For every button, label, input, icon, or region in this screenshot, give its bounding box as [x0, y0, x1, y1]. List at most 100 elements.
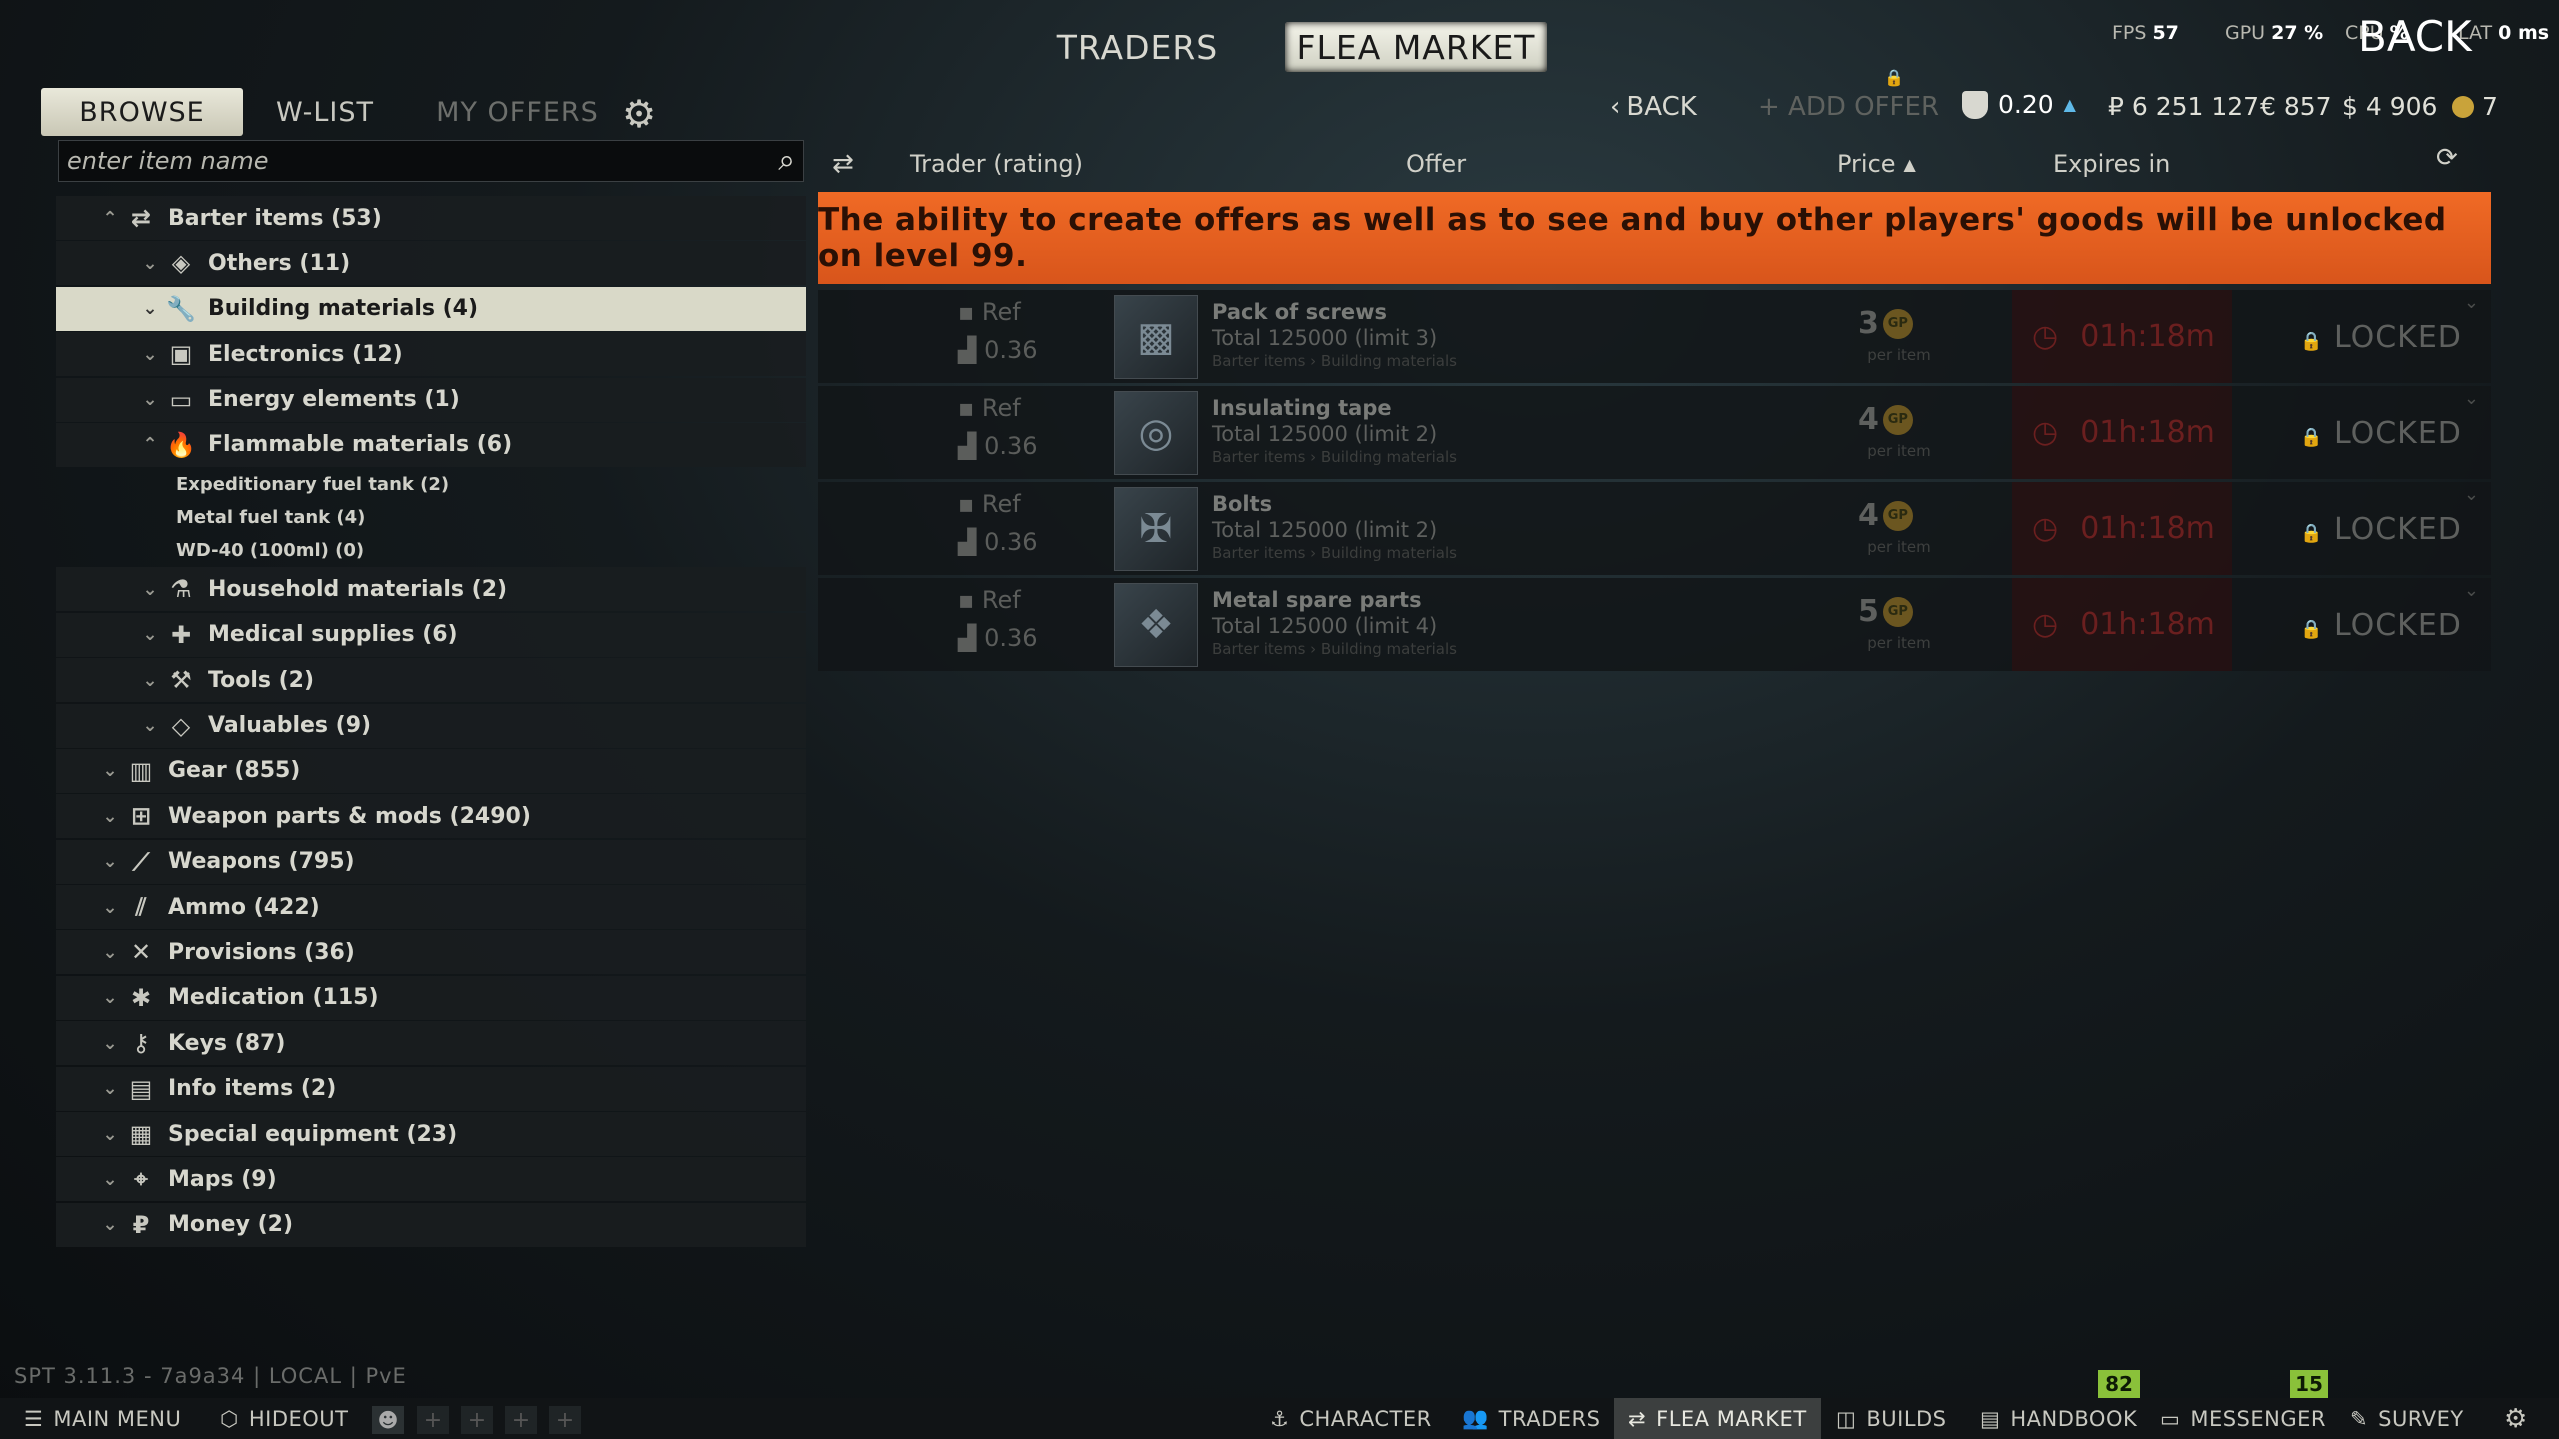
tab-my-offers[interactable]: MY OFFERS: [430, 88, 605, 136]
item-thumbnail-screws[interactable]: ▩: [1114, 295, 1198, 379]
chevron-down-icon[interactable]: ⌄: [96, 987, 124, 1008]
header-trader[interactable]: Trader (rating): [910, 140, 1083, 188]
category-keys[interactable]: ⌄ ⚷ Keys (87): [56, 1021, 806, 1066]
flea-market-button[interactable]: ⇄ FLEA MARKET: [1614, 1398, 1821, 1439]
category-valuables[interactable]: ⌄ ◇ Valuables (9): [56, 703, 806, 748]
offer-row[interactable]: ▪ Ref ▟ 0.36 ▩ Pack of screws Total 1250…: [818, 290, 2491, 383]
chevron-down-icon[interactable]: ⌄: [96, 1078, 124, 1099]
quick-slot-plus-icon[interactable]: +: [461, 1406, 493, 1434]
chevron-down-icon[interactable]: ⌄: [96, 760, 124, 781]
expand-chevron-icon[interactable]: ⌄: [2464, 292, 2479, 313]
character-button[interactable]: ⚓ CHARACTER: [1256, 1398, 1446, 1439]
search-box: ⌕: [58, 140, 804, 182]
item-thumbnail-bolts[interactable]: ✠: [1114, 487, 1198, 571]
search-input[interactable]: [67, 147, 747, 175]
chevron-down-icon[interactable]: ⌄: [136, 344, 164, 365]
refresh-icon[interactable]: ⟳: [2436, 134, 2458, 182]
chevron-down-icon[interactable]: ⌄: [136, 670, 164, 691]
per-item-label: per item: [1867, 442, 1931, 460]
pill-icon: ✚: [170, 620, 192, 649]
offer-row[interactable]: ▪ Ref ▟ 0.36 ❖ Metal spare parts Total 1…: [818, 578, 2491, 671]
bottle-icon: ⚗: [170, 575, 192, 604]
category-flammable-materials[interactable]: ⌃ 🔥 Flammable materials (6): [56, 422, 806, 467]
main-menu-button[interactable]: ☰ MAIN MENU: [10, 1398, 195, 1439]
category-info-items[interactable]: ⌄ ▤ Info items (2): [56, 1066, 806, 1111]
chevron-down-icon[interactable]: ⌄: [96, 1214, 124, 1235]
chevron-down-icon[interactable]: ⌄: [136, 389, 164, 410]
category-energy-elements[interactable]: ⌄ ▭ Energy elements (1): [56, 377, 806, 422]
hideout-button[interactable]: ⬡ HIDEOUT: [206, 1398, 363, 1439]
category-special-equipment[interactable]: ⌄ ▦ Special equipment (23): [56, 1112, 806, 1157]
category-medical-supplies[interactable]: ⌄ ✚ Medical supplies (6): [56, 612, 806, 657]
category-weapon-parts[interactable]: ⌄ ⊞ Weapon parts & mods (2490): [56, 794, 806, 839]
chevron-down-icon[interactable]: ⌄: [96, 942, 124, 963]
offer-name: Pack of screws: [1212, 300, 1388, 324]
subcategory-wd40[interactable]: WD-40 (100ml) (0): [56, 534, 806, 567]
builds-button[interactable]: ◫ BUILDS: [1822, 1398, 1961, 1439]
tab-flea-market[interactable]: FLEA MARKET: [1285, 22, 1547, 72]
quick-slot-plus-icon[interactable]: +: [505, 1406, 537, 1434]
category-building-materials[interactable]: ⌄ 🔧 Building materials (4): [56, 286, 806, 331]
expand-chevron-icon[interactable]: ⌄: [2464, 484, 2479, 505]
player-avatar-icon[interactable]: ☻: [372, 1406, 404, 1434]
chevron-down-icon[interactable]: ⌄: [96, 1033, 124, 1054]
refresh-trader-icon[interactable]: ⇄: [832, 140, 854, 188]
category-money[interactable]: ⌄ ₽ Money (2): [56, 1202, 806, 1247]
offer-price: 4 GP: [1858, 498, 1938, 533]
tab-browse[interactable]: BROWSE: [41, 88, 243, 136]
back-button[interactable]: ‹ BACK: [1610, 92, 1697, 122]
category-provisions[interactable]: ⌄ ✕ Provisions (36): [56, 930, 806, 975]
category-others[interactable]: ⌄ ◈ Others (11): [56, 241, 806, 286]
hideout-icon: ⬡: [220, 1406, 239, 1431]
subcategory-metal-fuel-tank[interactable]: Metal fuel tank (4): [56, 501, 806, 534]
chevron-down-icon[interactable]: ⌄: [96, 806, 124, 827]
add-offer-button[interactable]: + ADD OFFER: [1758, 92, 1939, 122]
chevron-down-icon[interactable]: ⌄: [96, 1124, 124, 1145]
category-ammo[interactable]: ⌄ ⫽ Ammo (422): [56, 885, 806, 930]
tab-wlist[interactable]: W-LIST: [260, 88, 390, 136]
category-gear[interactable]: ⌄ ▥ Gear (855): [56, 748, 806, 793]
chevron-down-icon[interactable]: ⌄: [136, 624, 164, 645]
chevron-down-icon[interactable]: ⌄: [136, 579, 164, 600]
header-price[interactable]: Price ▲: [1837, 140, 1916, 188]
chevron-down-icon[interactable]: ⌄: [136, 298, 164, 319]
category-tools[interactable]: ⌄ ⚒ Tools (2): [56, 658, 806, 703]
expand-chevron-icon[interactable]: ⌄: [2464, 580, 2479, 601]
category-medication[interactable]: ⌄ ✱ Medication (115): [56, 975, 806, 1020]
item-thumbnail-tape[interactable]: ◎: [1114, 391, 1198, 475]
category-weapons[interactable]: ⌄ ⟋ Weapons (795): [56, 839, 806, 884]
settings-gear-icon[interactable]: ⚙: [2490, 1398, 2542, 1439]
chevron-down-icon[interactable]: ⌄: [136, 715, 164, 736]
offer-row[interactable]: ▪ Ref ▟ 0.36 ✠ Bolts Total 125000 (limit…: [818, 482, 2491, 575]
quick-slot-plus-icon[interactable]: +: [417, 1406, 449, 1434]
trader-avatar-icon: ▪: [958, 586, 975, 614]
search-icon[interactable]: ⌕: [778, 143, 795, 178]
chevron-down-icon[interactable]: ⌄: [96, 851, 124, 872]
chevron-down-icon[interactable]: ⌄: [96, 1169, 124, 1190]
offer-row[interactable]: ▪ Ref ▟ 0.36 ◎ Insulating tape Total 125…: [818, 386, 2491, 479]
category-household-materials[interactable]: ⌄ ⚗ Household materials (2): [56, 567, 806, 612]
header-offer[interactable]: Offer: [1406, 140, 1466, 188]
item-thumbnail-spare-parts[interactable]: ❖: [1114, 583, 1198, 667]
chevron-up-icon[interactable]: ⌃: [136, 434, 164, 455]
traders-button[interactable]: 👥 TRADERS: [1448, 1398, 1614, 1439]
category-barter-items[interactable]: ⌃ ⇄ Barter items (53): [56, 196, 806, 240]
header-expires[interactable]: Expires in: [2053, 140, 2170, 188]
chevron-up-icon[interactable]: ⌃: [96, 208, 124, 229]
survey-button[interactable]: ✎ SURVEY: [2336, 1398, 2478, 1439]
locked-banner: The ability to create offers as well as …: [818, 192, 2491, 284]
messenger-button[interactable]: ▭ MESSENGER: [2146, 1398, 2340, 1439]
chevron-down-icon[interactable]: ⌄: [96, 897, 124, 918]
expand-chevron-icon[interactable]: ⌄: [2464, 388, 2479, 409]
category-electronics[interactable]: ⌄ ▣ Electronics (12): [56, 332, 806, 377]
chat-icon: ▭: [2160, 1406, 2181, 1431]
map-icon: ⌖: [134, 1165, 148, 1194]
chevron-down-icon[interactable]: ⌄: [136, 253, 164, 274]
subcategory-expeditionary-fuel-tank[interactable]: Expeditionary fuel tank (2): [56, 468, 806, 501]
quick-slot-plus-icon[interactable]: +: [549, 1406, 581, 1434]
tab-traders[interactable]: TRADERS: [1050, 22, 1225, 72]
category-maps[interactable]: ⌄ ⌖ Maps (9): [56, 1157, 806, 1202]
settings-gear-icon[interactable]: ⚙: [622, 92, 656, 136]
mod-icon: ⊞: [130, 802, 152, 831]
handbook-button[interactable]: ▤ HANDBOOK: [1966, 1398, 2151, 1439]
